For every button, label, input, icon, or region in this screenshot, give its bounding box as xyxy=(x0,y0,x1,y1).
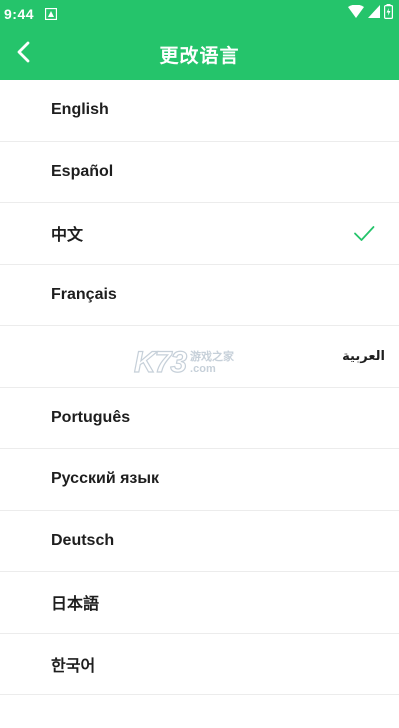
app-bar: 更改语言 xyxy=(0,28,399,80)
language-label: 한국어 xyxy=(51,657,96,675)
language-label: Português xyxy=(51,408,131,426)
language-item-german[interactable]: Deutsch xyxy=(0,511,399,572)
status-time: 9:44 xyxy=(4,6,35,22)
watermark-line1: 游戏之家 xyxy=(190,351,235,363)
language-item-korean[interactable]: 한국어 xyxy=(0,634,399,695)
language-item-russian[interactable]: Русский язык xyxy=(0,449,399,511)
status-bar-left: 9:44 xyxy=(4,6,57,22)
check-icon xyxy=(353,222,375,244)
language-label: Español xyxy=(51,162,114,180)
battery-charging-icon xyxy=(384,4,394,24)
language-label: Français xyxy=(51,285,117,303)
language-label: العربية xyxy=(342,348,385,364)
language-label: Русский язык xyxy=(51,470,160,488)
language-item-japanese[interactable]: 日本語 xyxy=(0,572,399,634)
status-bar: 9:44 xyxy=(0,0,399,28)
cell-signal-icon xyxy=(368,5,380,23)
watermark: K73 游戏之家 .com xyxy=(133,345,234,380)
android-notification-icon xyxy=(44,8,57,21)
watermark-logo: K73 xyxy=(133,345,187,379)
watermark-line2: .com xyxy=(190,363,216,375)
language-label: 日本語 xyxy=(51,596,100,614)
back-button[interactable] xyxy=(8,38,40,70)
language-item-french[interactable]: Français xyxy=(0,265,399,326)
language-label: English xyxy=(51,101,109,119)
chevron-left-icon xyxy=(16,41,32,68)
status-bar-right xyxy=(348,4,394,24)
language-item-spanish[interactable]: Español xyxy=(0,142,399,203)
page-title: 更改语言 xyxy=(159,45,240,67)
language-label: 中文 xyxy=(51,227,84,245)
language-list: English Español 中文 Français العربية Port… xyxy=(0,80,399,695)
language-item-chinese[interactable]: 中文 xyxy=(0,203,399,265)
watermark-text: 游戏之家 .com xyxy=(190,351,234,375)
language-item-portuguese[interactable]: Português xyxy=(0,388,399,449)
language-label: Deutsch xyxy=(51,531,115,549)
wifi-icon xyxy=(348,4,364,23)
language-item-english[interactable]: English xyxy=(0,80,399,142)
